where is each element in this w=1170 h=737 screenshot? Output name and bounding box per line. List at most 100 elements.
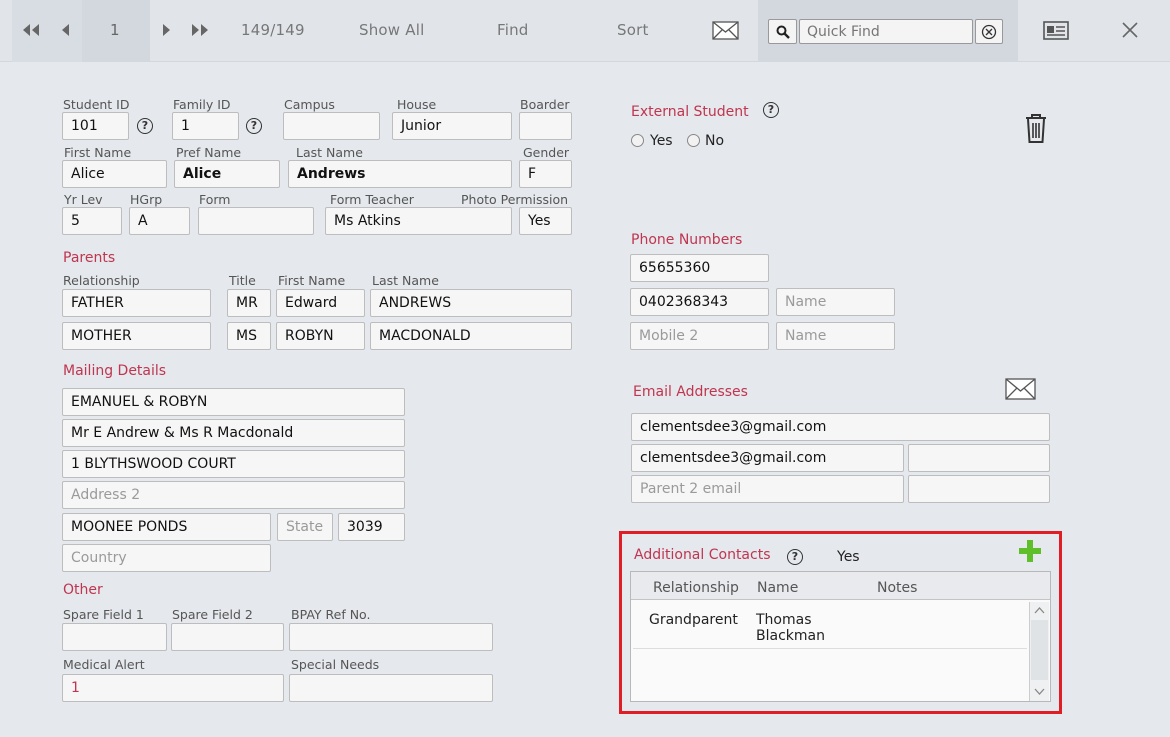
campus-field[interactable] (283, 112, 380, 140)
parent1-relationship-field[interactable]: FATHER (62, 289, 211, 317)
mailing-heading: Mailing Details (63, 363, 167, 379)
parent2-email-extra-field[interactable] (908, 475, 1050, 503)
clear-search-button[interactable] (975, 19, 1003, 44)
contacts-table: Relationship Name Notes Grandparent Thom… (630, 571, 1051, 702)
student-id-field[interactable]: 101 (62, 112, 129, 140)
first-name-field[interactable]: Alice (62, 160, 167, 188)
help-icon[interactable]: ? (787, 549, 803, 565)
parent2-relationship-field[interactable]: MOTHER (62, 322, 211, 350)
parent1-first-name-field[interactable]: Edward (276, 289, 365, 317)
phone2-name-field[interactable]: Name (776, 288, 895, 316)
add-icon[interactable] (1018, 539, 1042, 563)
scroll-down-icon[interactable] (1034, 688, 1045, 696)
mailing-line2-field[interactable]: Mr E Andrew & Ms R Macdonald (62, 419, 405, 447)
medical-alert-label: Medical Alert (63, 657, 145, 672)
hgrp-field[interactable]: A (129, 207, 190, 235)
phone-numbers-heading: Phone Numbers (631, 232, 743, 248)
contacts-scrollbar[interactable] (1029, 602, 1049, 701)
show-all-button[interactable]: Show All (359, 21, 424, 39)
parent-first-name-label: First Name (278, 273, 346, 288)
email1-field[interactable]: clementsdee3@gmail.com (631, 413, 1050, 441)
scroll-up-icon[interactable] (1034, 606, 1045, 614)
parent2-first-name-field[interactable]: ROBYN (276, 322, 365, 350)
yr-lev-field[interactable]: 5 (62, 207, 122, 235)
email2-field[interactable]: clementsdee3@gmail.com (631, 444, 904, 472)
other-heading: Other (63, 582, 103, 598)
parent1-title-field[interactable]: MR (227, 289, 271, 317)
find-button[interactable]: Find (497, 21, 529, 39)
envelope-icon[interactable] (1005, 378, 1036, 400)
parent2-last-name-field[interactable]: MACDONALD (370, 322, 572, 350)
gender-label: Gender (523, 145, 570, 160)
house-label: House (397, 97, 437, 112)
special-needs-label: Special Needs (291, 657, 380, 672)
sort-button[interactable]: Sort (617, 21, 649, 39)
pref-name-field[interactable]: Alice (174, 160, 280, 188)
mobile2-field[interactable]: Mobile 2 (630, 322, 769, 350)
card-view-icon[interactable] (1043, 21, 1069, 40)
next-record-icon[interactable] (156, 22, 176, 38)
medical-alert-field[interactable]: 1 (62, 674, 284, 702)
last-name-field[interactable]: Andrews (288, 160, 512, 188)
form-teacher-label: Form Teacher (330, 192, 414, 207)
mobile2-name-field[interactable]: Name (776, 322, 895, 350)
family-id-field[interactable]: 1 (172, 112, 239, 140)
house-field[interactable]: Junior (392, 112, 512, 140)
form-teacher-field[interactable]: Ms Atkins (325, 207, 512, 235)
hgrp-label: HGrp (130, 192, 163, 207)
spare2-field[interactable] (171, 623, 284, 651)
contact-relationship: Grandparent (649, 612, 738, 628)
parent-last-name-label: Last Name (372, 273, 439, 288)
envelope-icon[interactable] (712, 21, 739, 40)
record-current[interactable]: 1 (110, 21, 120, 39)
photo-permission-label: Photo Permission (461, 192, 569, 207)
help-icon[interactable]: ? (137, 118, 153, 134)
trash-icon[interactable] (1024, 112, 1048, 144)
search-button[interactable] (768, 19, 797, 44)
external-yes-radio[interactable] (631, 134, 644, 147)
bpay-field[interactable] (289, 623, 493, 651)
first-record-icon[interactable] (21, 22, 41, 38)
parent1-last-name-field[interactable]: ANDREWS (370, 289, 572, 317)
col-relationship[interactable]: Relationship (653, 580, 739, 596)
campus-label: Campus (284, 97, 335, 112)
parent2-title-field[interactable]: MS (227, 322, 271, 350)
phone2-field[interactable]: 0402368343 (630, 288, 769, 316)
parent-relationship-label: Relationship (63, 273, 140, 288)
mailing-line1-field[interactable]: EMANUEL & ROBYN (62, 388, 405, 416)
external-student-heading: External Student (631, 104, 749, 120)
state-field[interactable]: State (277, 513, 333, 541)
spare1-field[interactable] (62, 623, 167, 651)
special-needs-field[interactable] (289, 674, 493, 702)
last-record-icon[interactable] (190, 22, 210, 38)
table-row[interactable]: Grandparent Thomas Blackman (633, 603, 1027, 649)
scroll-thumb[interactable] (1031, 620, 1048, 680)
phone1-field[interactable]: 65655360 (630, 254, 769, 282)
help-icon[interactable]: ? (246, 118, 262, 134)
postcode-field[interactable]: 3039 (338, 513, 405, 541)
additional-contacts-flag: Yes (837, 549, 860, 565)
form-field[interactable] (198, 207, 314, 235)
close-icon[interactable] (1122, 22, 1138, 38)
search-icon (776, 25, 790, 39)
quick-find-input[interactable] (799, 19, 973, 44)
address2-field[interactable]: Address 2 (62, 481, 405, 509)
photo-permission-field[interactable]: Yes (519, 207, 572, 235)
external-yes-label: Yes (650, 133, 673, 149)
contact-name-first: Thomas (756, 612, 812, 628)
parent2-email-field[interactable]: Parent 2 email (631, 475, 904, 503)
suburb-field[interactable]: MOONEE PONDS (62, 513, 271, 541)
prev-record-icon[interactable] (56, 22, 76, 38)
external-no-radio[interactable] (687, 134, 700, 147)
help-icon[interactable]: ? (763, 102, 779, 118)
additional-contacts-heading: Additional Contacts (634, 547, 771, 563)
spare1-label: Spare Field 1 (63, 607, 144, 622)
mailing-line3-field[interactable]: 1 BLYTHSWOOD COURT (62, 450, 405, 478)
col-name[interactable]: Name (757, 580, 798, 596)
col-notes[interactable]: Notes (877, 580, 917, 596)
gender-field[interactable]: F (519, 160, 572, 188)
boarder-field[interactable] (519, 112, 572, 140)
clear-icon (981, 24, 997, 40)
email2-extra-field[interactable] (908, 444, 1050, 472)
country-field[interactable]: Country (62, 544, 271, 572)
